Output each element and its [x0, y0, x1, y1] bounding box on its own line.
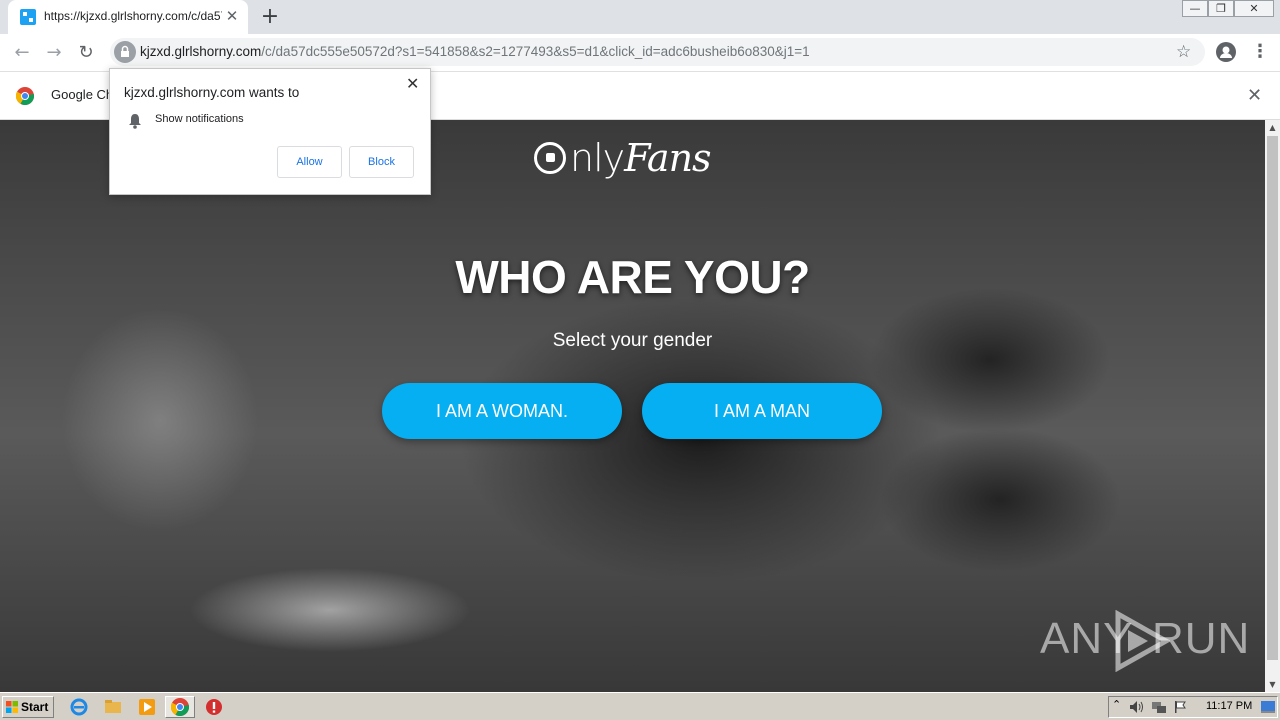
- page-subheadline: Select your gender: [552, 330, 713, 351]
- minimize-button[interactable]: —: [1182, 0, 1208, 17]
- tab-title: https://kjzxd.glrlshorny.com/c/da57: [44, 9, 222, 23]
- tab-strip: https://kjzxd.glrlshorny.com/c/da57 ✕ + …: [0, 0, 1280, 34]
- page-scrollbar[interactable]: ▲ ▼: [1265, 120, 1280, 692]
- show-desktop-icon[interactable]: [1261, 700, 1275, 714]
- volume-icon[interactable]: [1129, 700, 1145, 714]
- logo-lock-icon: [534, 142, 566, 174]
- restore-button[interactable]: ❐: [1208, 0, 1234, 17]
- infobar-message: Google Ch: [51, 87, 114, 102]
- action-center-flag-icon[interactable]: [1173, 700, 1187, 714]
- windows-flag-icon: [6, 701, 18, 713]
- media-player-icon[interactable]: [138, 698, 156, 716]
- permission-title: kjzxd.glrlshorny.com wants to: [124, 85, 300, 100]
- chrome-logo-icon: [16, 87, 34, 105]
- site-info-icon[interactable]: [114, 41, 136, 63]
- reload-button[interactable]: ↻: [75, 42, 97, 64]
- stop-sign-icon[interactable]: [205, 698, 223, 716]
- profile-icon[interactable]: [1216, 42, 1236, 62]
- taskbar-clock[interactable]: 11:17 PM: [1206, 700, 1252, 712]
- man-button[interactable]: I AM A MAN: [642, 383, 882, 439]
- permission-close-icon[interactable]: ✕: [406, 74, 419, 93]
- back-button[interactable]: ←: [11, 42, 33, 64]
- url-text[interactable]: kjzxd.glrlshorny.com/c/da57dc555e50572d?…: [140, 44, 810, 59]
- chrome-taskbar-icon: [171, 698, 189, 716]
- watermark-right: RUN: [1152, 614, 1251, 663]
- address-bar[interactable]: kjzxd.glrlshorny.com/c/da57dc555e50572d?…: [110, 38, 1205, 66]
- block-button[interactable]: Block: [349, 146, 414, 178]
- notification-permission-dialog: kjzxd.glrlshorny.com wants to ✕ Show not…: [109, 68, 431, 195]
- internet-explorer-icon[interactable]: [70, 698, 88, 716]
- scroll-up-arrow-icon[interactable]: ▲: [1265, 120, 1280, 135]
- bookmark-star-icon[interactable]: ☆: [1176, 42, 1191, 62]
- infobar-close-icon[interactable]: ✕: [1247, 85, 1262, 106]
- bell-icon: [129, 114, 141, 129]
- page-headline: WHO ARE YOU?: [455, 251, 810, 303]
- network-icon[interactable]: [1151, 700, 1167, 714]
- start-label: Start: [21, 700, 49, 714]
- permission-description: Show notifications: [155, 113, 244, 125]
- system-tray: ⌃: [1108, 696, 1278, 718]
- browser-toolbar: ← → ↻ kjzxd.glrlshorny.com/c/da57dc555e5…: [0, 34, 1280, 72]
- tab-close-icon[interactable]: ✕: [224, 8, 240, 24]
- anyrun-watermark: ANY RUN: [1040, 610, 1249, 674]
- chrome-menu-icon[interactable]: ⋮: [1251, 41, 1269, 63]
- close-window-button[interactable]: ✕: [1234, 0, 1274, 17]
- scroll-down-arrow-icon[interactable]: ▼: [1265, 677, 1280, 692]
- windows-taskbar: Start ⌃ 11:17 PM: [0, 692, 1280, 720]
- scroll-thumb[interactable]: [1267, 136, 1278, 660]
- file-explorer-icon[interactable]: [104, 698, 122, 716]
- forward-button[interactable]: →: [43, 42, 65, 64]
- start-button[interactable]: Start: [2, 696, 54, 718]
- onlyfans-logo: nlyFans: [534, 134, 734, 184]
- new-tab-button[interactable]: +: [259, 6, 281, 28]
- url-host: kjzxd.glrlshorny.com: [140, 44, 262, 59]
- allow-button[interactable]: Allow: [277, 146, 342, 178]
- logo-wordmark: nlyFans: [570, 136, 712, 180]
- woman-button[interactable]: I AM A WOMAN.: [382, 383, 622, 439]
- browser-tab[interactable]: https://kjzxd.glrlshorny.com/c/da57 ✕: [8, 0, 248, 34]
- logo-only: nly: [570, 136, 625, 180]
- landing-page: nlyFans WHO ARE YOU? Select your gender …: [0, 120, 1265, 692]
- url-path: /c/da57dc555e50572d?s1=541858&s2=1277493…: [261, 44, 810, 59]
- tray-expand-icon[interactable]: ⌃: [1112, 698, 1121, 711]
- logo-fans: Fans: [624, 136, 711, 180]
- chrome-taskbar-button[interactable]: [165, 696, 195, 718]
- site-favicon-icon: [20, 9, 36, 25]
